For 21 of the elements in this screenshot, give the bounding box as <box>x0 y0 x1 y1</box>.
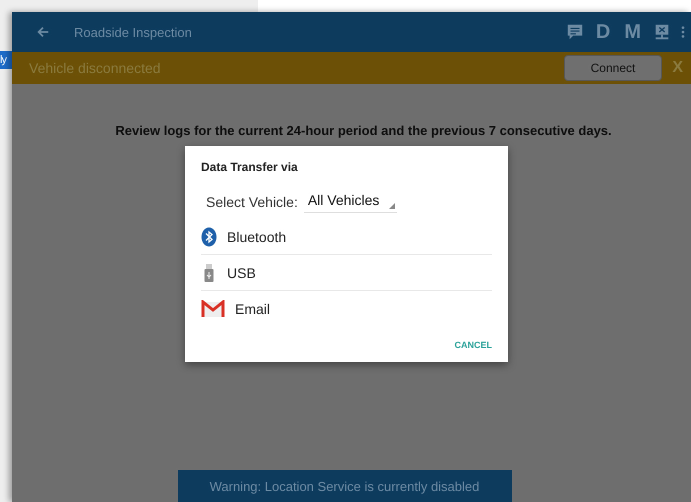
connect-button[interactable]: Connect <box>564 55 662 81</box>
monitor-icon[interactable] <box>653 23 671 41</box>
select-label: Select Vehicle: <box>206 194 298 210</box>
transfer-option[interactable]: USB <box>201 255 492 291</box>
dialog-title: Data Transfer via <box>201 160 299 174</box>
notice-text: Review logs for the current 24-hour period and the previous 7 consecutive days. <box>115 123 612 138</box>
cancel-button[interactable]: CANCEL <box>454 338 492 352</box>
warning-bar: Warning: Location Service is currently disabled <box>178 470 512 502</box>
vehicle-dropdown[interactable]: All Vehicles <box>304 190 398 213</box>
tab-label: ly <box>0 51 12 69</box>
toolbar-button[interactable]: M <box>622 20 643 44</box>
bluetooth-icon <box>201 226 217 246</box>
window-title: Roadside Inspection <box>74 24 192 40</box>
more-icon[interactable] <box>681 25 685 39</box>
transfer-option[interactable]: Bluetooth <box>201 219 492 255</box>
banner-message: Vehicle disconnected <box>29 60 161 76</box>
mail-icon <box>201 300 225 318</box>
back-arrow-icon[interactable] <box>36 25 50 39</box>
chat-icon[interactable] <box>566 23 584 41</box>
transfer-option[interactable]: Email <box>201 291 492 326</box>
toolbar-button[interactable]: D <box>594 20 612 44</box>
